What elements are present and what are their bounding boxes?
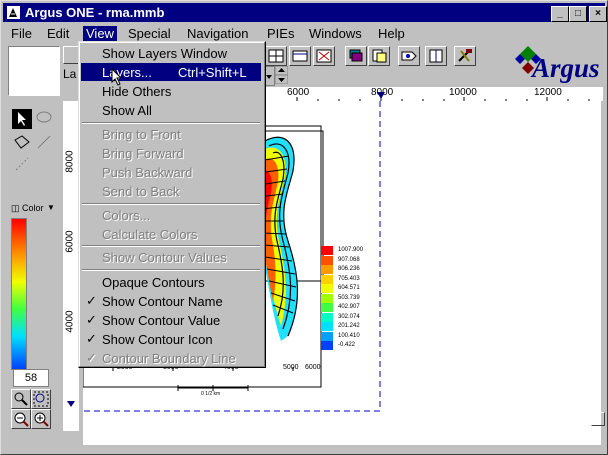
menu-help[interactable]: Help (378, 26, 405, 41)
left-ruler: 8000 6000 4000 (63, 101, 79, 431)
legend-swatch (321, 255, 333, 265)
grid-tool-icon[interactable] (289, 46, 311, 66)
legend-swatch (321, 331, 333, 341)
mesh-tool-icon[interactable] (313, 46, 335, 66)
new-layer-icon[interactable] (63, 46, 79, 64)
zoom-out-icon[interactable] (11, 409, 31, 429)
maximize-button[interactable]: □ (569, 6, 587, 22)
legend-swatch (321, 284, 333, 293)
legend-label: -0.422 (338, 342, 356, 348)
export-icon[interactable] (398, 46, 420, 66)
menu-item-calculate-colors: Calculate Colors (102, 227, 198, 242)
pointer-tool-icon[interactable] (12, 109, 32, 129)
legend-label: 402.907 (338, 304, 360, 310)
legend-swatch (321, 341, 333, 350)
menu-navigation[interactable]: Navigation (187, 26, 248, 41)
layer-label: La (63, 67, 77, 81)
scroll-corner-button[interactable] (591, 412, 605, 426)
menu-special[interactable]: Special (128, 26, 171, 41)
legend-swatch (321, 274, 333, 284)
legend-swatch (321, 265, 333, 274)
menu-item-show-all[interactable]: Show All (81, 101, 261, 119)
menu-item-layers[interactable]: Layers... Ctrl+Shift+L (81, 63, 261, 81)
scale-bar-caption: 0 1/2 km (201, 391, 221, 397)
zoom-fit-icon[interactable] (31, 389, 51, 409)
legend-label: 503.739 (338, 294, 360, 301)
menu-separator (82, 122, 260, 124)
check-icon: ✓ (86, 293, 97, 308)
menu-item-contour-boundary-line: ✓ Contour Boundary Line (86, 350, 236, 366)
layer-spinner[interactable] (274, 65, 289, 85)
x-tick-label: 6000 (305, 364, 321, 371)
zoom-in-icon[interactable] (31, 409, 51, 429)
menu-item-bring-forward: Bring Forward (102, 146, 184, 161)
point-tool-icon[interactable] (12, 154, 32, 174)
legend-swatch (321, 312, 333, 322)
legend-label: 604.571 (338, 285, 360, 291)
main-window: Argus ONE - rma.mmb _ □ × File Edit View… (0, 0, 608, 455)
color-preview-box[interactable] (8, 46, 60, 96)
zoom-tool-icon[interactable] (11, 389, 31, 409)
close-button[interactable]: × (589, 6, 607, 22)
color-gradient-bar (11, 218, 27, 370)
menu-separator (82, 203, 260, 205)
argus-logo-text: Argus (532, 53, 600, 83)
menu-item-show-contour-name[interactable]: ✓ Show Contour Name (81, 292, 261, 310)
open-window-icon[interactable] (368, 46, 390, 66)
legend-label: 1007.900 (338, 247, 364, 253)
legend-swatch (321, 293, 333, 303)
book-icon[interactable] (425, 46, 447, 66)
title-bar[interactable]: Argus ONE - rma.mmb _ □ × (3, 3, 607, 22)
check-icon: ✓ (86, 312, 97, 327)
legend-label: 806.236 (338, 266, 360, 272)
lasso-tool-icon[interactable] (34, 109, 54, 129)
menu-item-push-backward: Push Backward (102, 165, 193, 180)
layers-stack-icon[interactable] (345, 46, 367, 66)
window-title: Argus ONE - rma.mmb (25, 5, 165, 20)
legend-swatch (321, 246, 333, 255)
menu-item-colors: Colors... (102, 208, 151, 223)
layer-tool-icon[interactable] (265, 46, 287, 66)
polygon-tool-icon[interactable] (12, 132, 32, 152)
legend-swatch (321, 303, 333, 312)
legend-label: 907.068 (338, 256, 360, 263)
chevron-down-icon: ▼ (47, 203, 55, 212)
menu-separator (82, 245, 260, 247)
zoom-value[interactable]: 58 (13, 369, 49, 387)
mouse-cursor-icon (111, 67, 123, 86)
legend-label: 201.242 (338, 323, 360, 329)
menu-windows[interactable]: Windows (309, 26, 362, 41)
legend-swatch (321, 322, 333, 331)
menu-item-show-contour-value[interactable]: ✓ Show Contour Value (81, 311, 261, 329)
legend-label: 100.410 (338, 332, 360, 339)
menu-separator (82, 269, 260, 271)
menu-file[interactable]: File (11, 26, 32, 41)
menu-item-bring-to-front: Bring to Front (102, 127, 181, 142)
menu-item-send-to-back: Send to Back (102, 184, 180, 199)
menu-item-show-contour-values: Show Contour Values (102, 250, 227, 265)
legend-label: 705.403 (338, 275, 360, 282)
tools-icon[interactable] (454, 46, 476, 66)
menu-item-hide-others[interactable]: Hide Others (81, 82, 261, 100)
color-mode-label: Color (22, 203, 44, 213)
menu-item-show-contour-icon[interactable]: ✓ Show Contour Icon (81, 330, 261, 348)
check-icon: ✓ (86, 350, 97, 365)
menu-item-show-layers-window[interactable]: Show Layers Window (81, 44, 261, 62)
x-tick-label: 5000 (283, 364, 299, 371)
color-mode-icon: ◫ (11, 203, 20, 213)
menu-item-opaque-contours[interactable]: Opaque Contours (81, 273, 261, 291)
color-mode-dropdown[interactable]: ◫ Color ▼ (9, 203, 57, 216)
menu-view[interactable]: View (83, 26, 117, 41)
check-icon: ✓ (86, 331, 97, 346)
tool-palette: ◫ Color ▼ 58 (9, 106, 59, 434)
menu-bar: File Edit View Special Navigation PIEs W… (3, 24, 605, 42)
app-icon (6, 5, 21, 20)
view-menu-dropdown: Show Layers Window Layers... Ctrl+Shift+L… (78, 41, 266, 368)
menu-edit[interactable]: Edit (47, 26, 69, 41)
minimize-button[interactable]: _ (551, 6, 569, 22)
legend-label: 302.074 (338, 313, 360, 320)
menu-pies[interactable]: PIEs (267, 26, 294, 41)
line-tool-icon[interactable] (34, 132, 54, 152)
